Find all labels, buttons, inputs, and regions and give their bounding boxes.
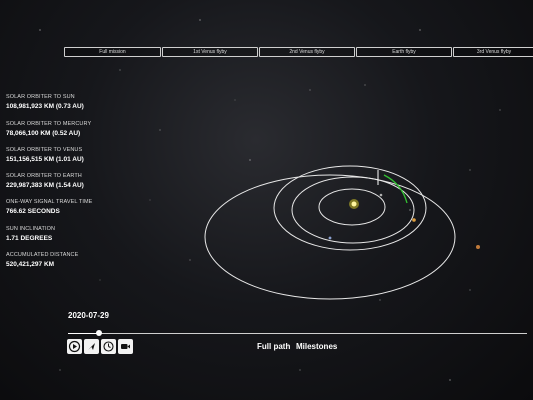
navigate-icon (88, 343, 95, 350)
camera-button[interactable] (118, 339, 133, 354)
spacecraft-trajectory (383, 174, 408, 204)
full-path-button[interactable]: Full path (257, 342, 290, 351)
timeline-handle[interactable] (96, 330, 102, 336)
navigate-button[interactable] (84, 339, 99, 354)
timeline-progress (68, 333, 99, 334)
distant-planet-icon[interactable] (328, 236, 332, 240)
milestones-button[interactable]: Milestones (296, 342, 337, 351)
speed-button[interactable] (101, 339, 116, 354)
earth-icon[interactable] (476, 245, 480, 249)
play-button[interactable] (67, 339, 82, 354)
camera-icon (121, 344, 130, 349)
orbiter-orbit (273, 165, 427, 251)
venus-orbit (291, 176, 415, 244)
mercury-icon[interactable] (379, 193, 383, 197)
current-date: 2020-07-29 (68, 311, 109, 320)
venus-icon[interactable] (412, 218, 416, 222)
sun-core (351, 201, 357, 207)
speed-icon (103, 341, 114, 352)
play-icon (68, 340, 81, 353)
timeline-track (99, 333, 527, 334)
timeline-slider[interactable] (68, 330, 527, 336)
